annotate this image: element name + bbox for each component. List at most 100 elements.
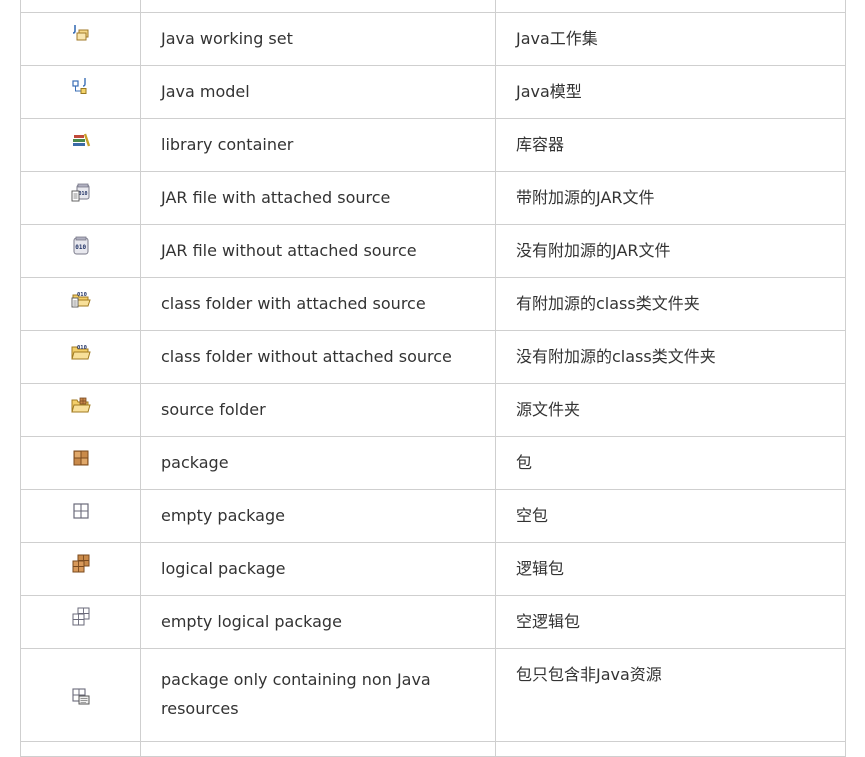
chinese-name: 库容器	[516, 134, 565, 154]
english-name-cell: library container	[140, 118, 496, 172]
table-row: Java working set Java工作集	[20, 12, 846, 66]
table-row: logical package 逻辑包	[20, 542, 846, 596]
english-name: Java working set	[161, 28, 293, 48]
chinese-name: 包	[516, 452, 533, 472]
chinese-name: 没有附加源的class类文件夹	[516, 346, 716, 366]
chinese-name: 空逻辑包	[516, 611, 581, 631]
table-cell	[140, 741, 496, 757]
table-row: source folder 源文件夹	[20, 383, 846, 437]
english-name-cell: class folder with attached source	[140, 277, 496, 331]
english-name-cell: logical package	[140, 542, 496, 596]
table-row: package only containing non Java resourc…	[20, 648, 846, 742]
english-name-cell: empty logical package	[140, 595, 496, 649]
icon-cell	[20, 118, 141, 172]
chinese-name: 逻辑包	[516, 558, 565, 578]
chinese-name: 空包	[516, 505, 549, 525]
english-name-cell: class folder without attached source	[140, 330, 496, 384]
english-name: package only containing non Java resourc…	[161, 670, 431, 718]
english-name: JAR file without attached source	[161, 240, 417, 260]
icon-table-container: Java working set Java工作集 Java model Java…	[20, 0, 846, 757]
icon-cell: 010	[20, 277, 141, 331]
icon-cell: 010	[20, 224, 141, 278]
table-row: 010 class folder with attached source 有附…	[20, 277, 846, 331]
english-name-cell: package only containing non Java resourc…	[140, 648, 496, 742]
english-name: package	[161, 452, 229, 472]
english-name: logical package	[161, 558, 286, 578]
english-name: empty package	[161, 505, 285, 525]
icon-cell	[20, 542, 141, 596]
chinese-name-cell: 包	[495, 436, 846, 490]
java-working-set-icon	[71, 24, 91, 44]
table-row: Java model Java模型	[20, 65, 846, 119]
table-cell	[495, 0, 846, 13]
table-row: 010 JAR file without attached source 没有附…	[20, 224, 846, 278]
table-row-partial-top	[20, 0, 846, 13]
logical-package-icon	[71, 554, 91, 574]
table-cell	[20, 741, 141, 757]
table-row: empty logical package 空逻辑包	[20, 595, 846, 649]
chinese-name-cell: 有附加源的class类文件夹	[495, 277, 846, 331]
english-name: empty logical package	[161, 611, 342, 631]
table-row: library container 库容器	[20, 118, 846, 172]
icon-cell	[20, 383, 141, 437]
english-name: class folder with attached source	[161, 293, 426, 313]
icon-cell	[20, 489, 141, 543]
chinese-name: Java模型	[516, 81, 582, 101]
table-row-partial-bottom	[20, 741, 846, 757]
chinese-name-cell: 没有附加源的JAR文件	[495, 224, 846, 278]
chinese-name-cell: 空包	[495, 489, 846, 543]
table-cell	[495, 741, 846, 757]
empty-logical-package-icon	[71, 607, 91, 627]
table-row: empty package 空包	[20, 489, 846, 543]
english-name-cell: JAR file without attached source	[140, 224, 496, 278]
chinese-name-cell: 空逻辑包	[495, 595, 846, 649]
chinese-name-cell: 逻辑包	[495, 542, 846, 596]
chinese-name: 带附加源的JAR文件	[516, 187, 655, 207]
svg-text:010: 010	[77, 292, 87, 298]
svg-text:010: 010	[75, 244, 86, 251]
non-java-resources-package-icon	[71, 686, 91, 706]
table-cell	[140, 0, 496, 13]
english-name-cell: source folder	[140, 383, 496, 437]
source-folder-icon	[70, 395, 91, 415]
chinese-name-cell: 带附加源的JAR文件	[495, 171, 846, 225]
english-name: JAR file with attached source	[161, 187, 391, 207]
english-name-cell: Java working set	[140, 12, 496, 66]
table-cell	[20, 0, 141, 13]
english-name: library container	[161, 134, 294, 154]
empty-package-icon	[71, 501, 91, 521]
chinese-name: 包只包含非Java资源	[516, 665, 662, 684]
jar-with-source-icon: 010	[71, 183, 91, 203]
table-row: 010 class folder without attached source…	[20, 330, 846, 384]
library-container-icon	[71, 130, 91, 150]
english-name: class folder without attached source	[161, 346, 452, 366]
table-row: package 包	[20, 436, 846, 490]
english-name-cell: empty package	[140, 489, 496, 543]
chinese-name: 没有附加源的JAR文件	[516, 240, 671, 260]
icon-reference-table: Java working set Java工作集 Java model Java…	[20, 0, 846, 757]
svg-text:010: 010	[77, 345, 87, 351]
chinese-name-cell: 没有附加源的class类文件夹	[495, 330, 846, 384]
icon-cell	[20, 595, 141, 649]
table-row: 010 JAR file with attached source 带附加源的J…	[20, 171, 846, 225]
svg-text:010: 010	[78, 191, 87, 197]
class-folder-with-source-icon: 010	[71, 289, 91, 309]
icon-cell: 010	[20, 330, 141, 384]
icon-cell	[20, 648, 141, 742]
english-name-cell: JAR file with attached source	[140, 171, 496, 225]
icon-cell	[20, 65, 141, 119]
chinese-name-cell: Java工作集	[495, 12, 846, 66]
chinese-name: Java工作集	[516, 28, 598, 48]
chinese-name-cell: 源文件夹	[495, 383, 846, 437]
english-name-cell: package	[140, 436, 496, 490]
english-name-cell: Java model	[140, 65, 496, 119]
chinese-name: 源文件夹	[516, 399, 581, 419]
jar-without-source-icon: 010	[71, 236, 91, 256]
chinese-name-cell: Java模型	[495, 65, 846, 119]
java-model-icon	[71, 77, 91, 97]
english-name: Java model	[161, 81, 250, 101]
icon-cell: 010	[20, 171, 141, 225]
chinese-name-cell: 库容器	[495, 118, 846, 172]
english-name: source folder	[161, 399, 266, 419]
icon-cell	[20, 12, 141, 66]
